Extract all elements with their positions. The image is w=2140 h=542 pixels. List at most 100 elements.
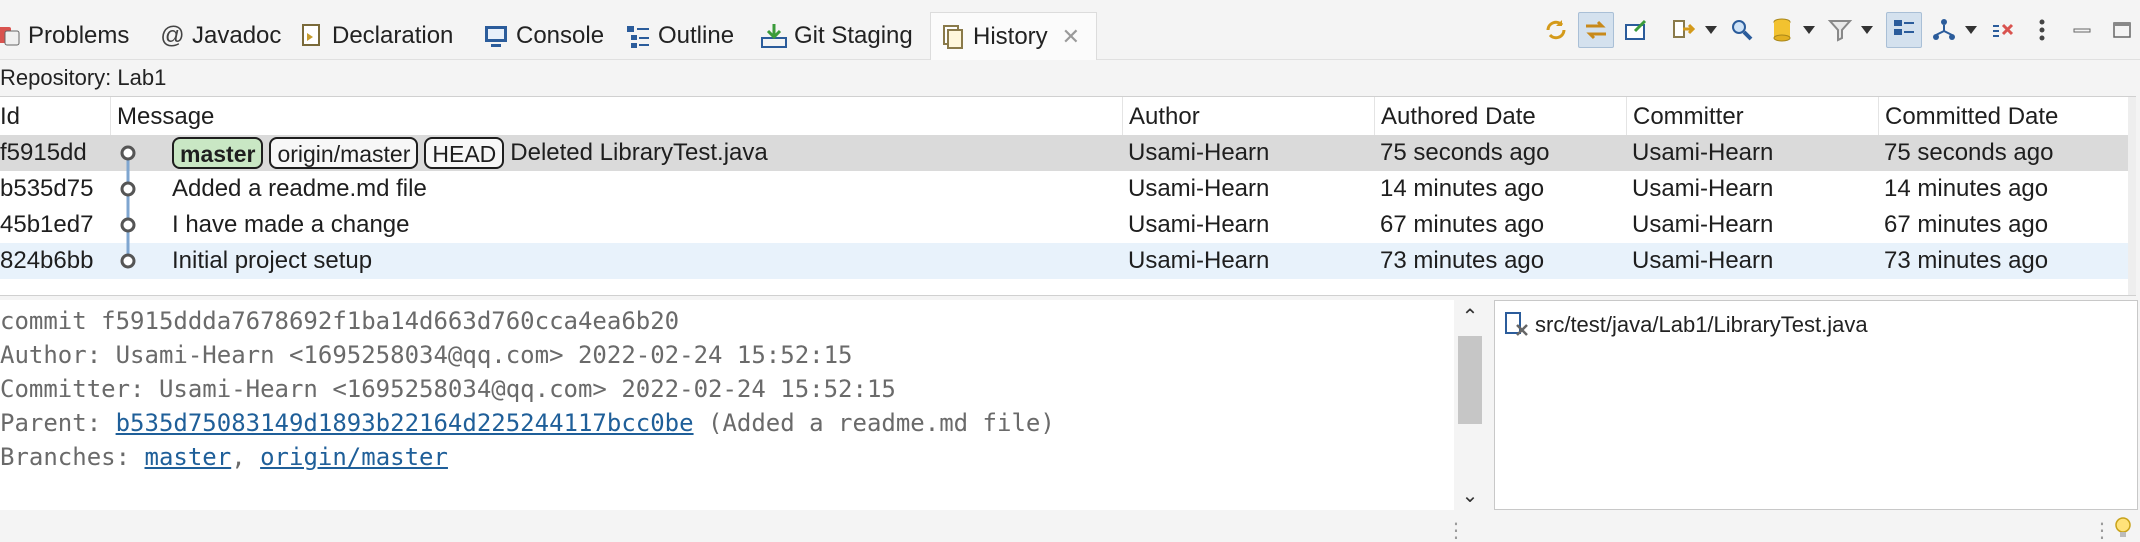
commit-details-pane[interactable]: commit f5915ddda7678692f1ba14d663d760cca… — [0, 300, 1486, 510]
tab-javadoc[interactable]: @ Javadoc — [158, 12, 282, 60]
branch-link-origin-master[interactable]: origin/master — [260, 443, 448, 471]
commit-id: b535d75 — [0, 175, 94, 202]
tab-outline[interactable]: Outline — [624, 12, 734, 60]
branch-link-master[interactable]: master — [145, 443, 232, 471]
ref-badge-head: HEAD — [424, 137, 505, 169]
chevron-down-icon[interactable] — [1800, 12, 1818, 48]
changed-files-pane[interactable]: src/test/java/Lab1/LibraryTest.java — [1494, 300, 2138, 510]
commit-hash-line: commit f5915ddda7678692f1ba14d663d760cca… — [0, 307, 680, 335]
commit-committer: Usami-Hearn — [1632, 139, 1774, 166]
repository-filter-icon[interactable] — [1764, 12, 1800, 48]
commit-committer: Usami-Hearn — [1632, 247, 1774, 274]
minimize-icon[interactable] — [2064, 12, 2100, 48]
refresh-icon[interactable] — [1538, 12, 1574, 48]
view-menu-icon[interactable] — [2024, 12, 2060, 48]
details-scrollbar[interactable]: ⌃ ⌄ — [1454, 300, 1486, 510]
deleted-file-icon — [1503, 311, 1531, 339]
column-header-id[interactable]: Id — [0, 97, 110, 135]
column-header-committer[interactable]: Committer — [1626, 97, 1878, 135]
chevron-down-icon[interactable]: ⌄ — [1454, 483, 1486, 508]
ref-badge-master: master — [172, 137, 264, 169]
commit-committed-date: 67 minutes ago — [1884, 211, 2049, 238]
commit-author: Usami-Hearn — [1128, 211, 1270, 238]
drag-handle-icon[interactable]: ⋮ — [1446, 518, 1466, 542]
link-with-selection-icon[interactable] — [1578, 12, 1614, 48]
outline-icon — [624, 22, 652, 50]
tab-label: History — [973, 22, 1048, 50]
lightbulb-icon[interactable] — [2112, 516, 2134, 542]
table-row[interactable]: 824b6bb Initial project setup Usami-Hear… — [0, 243, 2128, 279]
branch-graph-icon[interactable] — [1926, 12, 1962, 48]
table-row[interactable]: b535d75 Added a readme.md file Usami-Hea… — [0, 171, 2128, 207]
chevron-down-icon[interactable] — [1858, 12, 1876, 48]
commit-message: Deleted LibraryTest.java — [510, 139, 768, 166]
maximize-icon[interactable] — [2104, 12, 2140, 48]
tab-problems[interactable]: Problems — [0, 12, 129, 60]
branches-line: Branches: master, origin/master — [0, 440, 448, 474]
file-path: src/test/java/Lab1/LibraryTest.java — [1535, 312, 1868, 337]
column-header-committed-date[interactable]: Committed Date — [1878, 97, 2136, 135]
tab-console[interactable]: Console — [482, 12, 604, 60]
commit-authored-date: 14 minutes ago — [1380, 175, 1545, 202]
parent-line: Parent: b535d75083149d1893b22164d2252441… — [0, 406, 1055, 440]
drag-handle-icon[interactable]: ⋮ — [2092, 518, 2112, 542]
tab-declaration[interactable]: Declaration — [298, 12, 453, 60]
commit-graph-node — [120, 243, 136, 269]
parent-message: (Added a readme.md file) — [693, 409, 1055, 437]
table-row[interactable]: 45b1ed7 I have made a change Usami-Hearn… — [0, 207, 2128, 243]
table-header: Id Message Author Authored Date Committe… — [0, 97, 2136, 135]
status-bar: ⋮ ⋮ — [0, 512, 2140, 542]
search-icon[interactable] — [1724, 12, 1760, 48]
parent-label: Parent: — [0, 409, 116, 437]
commit-message-cell: Initial project setup — [172, 243, 372, 279]
tab-label: Javadoc — [192, 22, 282, 49]
problems-icon — [0, 22, 22, 50]
javadoc-icon: @ — [159, 22, 185, 49]
commit-id: f5915dd — [0, 139, 87, 166]
tab-git-staging[interactable]: Git Staging — [760, 12, 913, 60]
commit-authored-date: 73 minutes ago — [1380, 247, 1545, 274]
commit-message-cell: I have made a change — [172, 207, 410, 243]
repository-label: Repository: Lab1 — [0, 65, 167, 90]
branch-separator: , — [231, 443, 261, 471]
commit-message: I have made a change — [172, 211, 410, 238]
history-toolbar — [1534, 10, 2140, 50]
tab-label: Problems — [28, 22, 130, 49]
commit-graph-node — [120, 145, 136, 171]
pin-icon[interactable] — [1618, 12, 1654, 48]
show-all-branches-icon[interactable] — [1886, 12, 1922, 48]
list-item[interactable]: src/test/java/Lab1/LibraryTest.java — [1503, 309, 1868, 341]
committer-line: Committer: Usami-Hearn <1695258034@qq.co… — [0, 375, 896, 403]
filter-icon[interactable] — [1822, 12, 1858, 48]
chevron-up-icon[interactable]: ⌃ — [1454, 304, 1486, 329]
commit-id: 824b6bb — [0, 247, 94, 274]
tab-history[interactable]: History ✕ — [930, 12, 1098, 60]
commit-committer: Usami-Hearn — [1632, 211, 1774, 238]
commit-committer: Usami-Hearn — [1632, 175, 1774, 202]
commit-committed-date: 75 seconds ago — [1884, 139, 2054, 166]
commit-message: Added a readme.md file — [172, 175, 427, 202]
declaration-icon — [298, 22, 326, 50]
scrollbar-thumb[interactable] — [1458, 336, 1482, 424]
remove-all-icon[interactable] — [1984, 12, 2020, 48]
console-icon — [482, 22, 510, 50]
table-scrollbar[interactable] — [2128, 97, 2136, 295]
chevron-down-icon[interactable] — [1702, 12, 1720, 48]
column-header-author[interactable]: Author — [1122, 97, 1374, 135]
parent-commit-link[interactable]: b535d75083149d1893b22164d225244117bcc0be — [116, 409, 694, 437]
compare-mode-icon[interactable] — [1666, 12, 1702, 48]
git-staging-icon — [760, 22, 788, 50]
chevron-down-icon[interactable] — [1962, 12, 1980, 48]
commit-message-cell: Added a readme.md file — [172, 171, 427, 207]
column-header-message[interactable]: Message — [110, 97, 1122, 135]
column-header-authored-date[interactable]: Authored Date — [1374, 97, 1626, 135]
tab-label: Outline — [658, 22, 735, 49]
table-row[interactable]: f5915dd master origin/master HEAD Delete… — [0, 135, 2128, 171]
close-icon[interactable]: ✕ — [1062, 24, 1080, 50]
branches-label: Branches: — [0, 443, 145, 471]
commit-graph-node — [120, 207, 136, 243]
commit-authored-date: 67 minutes ago — [1380, 211, 1545, 238]
view-tab-bar: Problems @ Javadoc Declaration Console O… — [0, 0, 2140, 60]
tab-label: Git Staging — [794, 22, 913, 49]
commit-author: Usami-Hearn — [1128, 247, 1270, 274]
